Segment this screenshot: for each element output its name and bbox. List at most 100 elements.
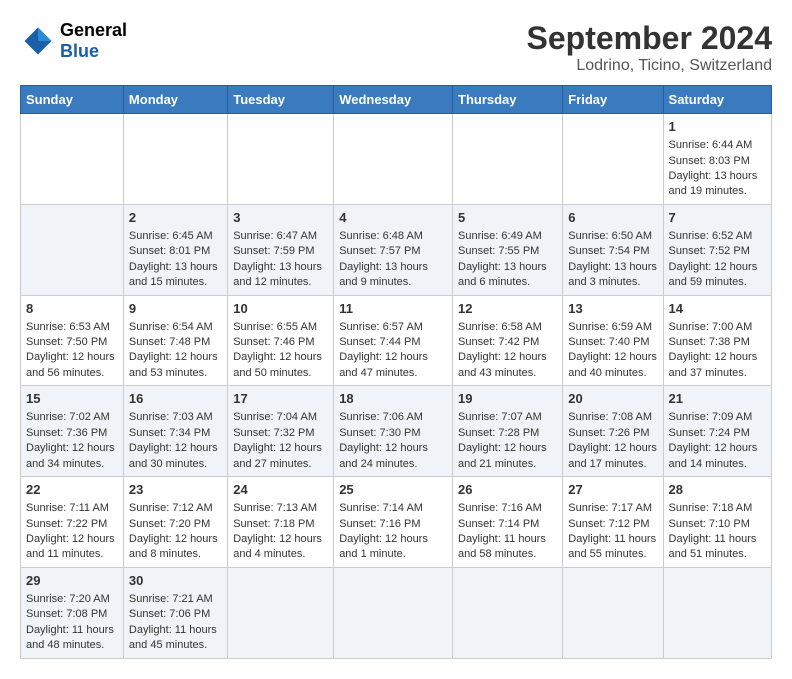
day-number: 5 [458, 209, 557, 227]
sunrise: Sunrise: 7:08 AM [568, 410, 657, 425]
calendar-table: SundayMondayTuesdayWednesdayThursdayFrid… [20, 85, 772, 659]
sunrise: Sunrise: 7:14 AM [339, 501, 447, 516]
daylight: Daylight: 13 hours and 9 minutes. [339, 260, 447, 291]
sunset: Sunset: 7:20 PM [129, 517, 222, 532]
day-number: 17 [233, 390, 328, 408]
sunrise: Sunrise: 7:20 AM [26, 592, 118, 607]
sunset: Sunset: 7:38 PM [669, 335, 766, 350]
calendar-week-row: 29Sunrise: 7:20 AMSunset: 7:08 PMDayligh… [21, 567, 772, 658]
sunrise: Sunrise: 6:47 AM [233, 229, 328, 244]
location: Lodrino, Ticino, Switzerland [527, 57, 772, 75]
daylight: Daylight: 11 hours and 58 minutes. [458, 532, 557, 563]
calendar-cell [228, 114, 334, 205]
calendar-cell [453, 567, 563, 658]
day-number: 8 [26, 300, 118, 318]
day-number: 20 [568, 390, 657, 408]
day-number: 29 [26, 572, 118, 590]
calendar-cell [123, 114, 227, 205]
calendar-cell [21, 204, 124, 295]
calendar-week-row: 22Sunrise: 7:11 AMSunset: 7:22 PMDayligh… [21, 477, 772, 568]
calendar-cell: 28Sunrise: 7:18 AMSunset: 7:10 PMDayligh… [663, 477, 771, 568]
day-number: 10 [233, 300, 328, 318]
calendar-cell: 16Sunrise: 7:03 AMSunset: 7:34 PMDayligh… [123, 386, 227, 477]
day-number: 4 [339, 209, 447, 227]
calendar-cell: 24Sunrise: 7:13 AMSunset: 7:18 PMDayligh… [228, 477, 334, 568]
logo-blue: Blue [60, 41, 127, 62]
daylight: Daylight: 12 hours and 34 minutes. [26, 441, 118, 472]
calendar-cell: 18Sunrise: 7:06 AMSunset: 7:30 PMDayligh… [334, 386, 453, 477]
calendar-cell: 8Sunrise: 6:53 AMSunset: 7:50 PMDaylight… [21, 295, 124, 386]
sunset: Sunset: 7:54 PM [568, 244, 657, 259]
calendar-cell: 1Sunrise: 6:44 AMSunset: 8:03 PMDaylight… [663, 114, 771, 205]
calendar-cell [663, 567, 771, 658]
calendar-cell [21, 114, 124, 205]
calendar-day-header: Tuesday [228, 86, 334, 114]
sunset: Sunset: 7:48 PM [129, 335, 222, 350]
daylight: Daylight: 12 hours and 30 minutes. [129, 441, 222, 472]
calendar-cell: 2Sunrise: 6:45 AMSunset: 8:01 PMDaylight… [123, 204, 227, 295]
calendar-cell: 14 Sunrise: 7:00 AMSunset: 7:38 PMDayligh… [663, 295, 771, 386]
daylight: Daylight: 12 hours and 21 minutes. [458, 441, 557, 472]
calendar-week-row: 15Sunrise: 7:02 AMSunset: 7:36 PMDayligh… [21, 386, 772, 477]
calendar-body: 1Sunrise: 6:44 AMSunset: 8:03 PMDaylight… [21, 114, 772, 659]
calendar-cell: 17Sunrise: 7:04 AMSunset: 7:32 PMDayligh… [228, 386, 334, 477]
calendar-cell [334, 114, 453, 205]
daylight: Daylight: 12 hours and 11 minutes. [26, 532, 118, 563]
day-number: 9 [129, 300, 222, 318]
sunrise: Sunrise: 7:12 AM [129, 501, 222, 516]
daylight: Daylight: 12 hours and 37 minutes. [669, 350, 766, 381]
calendar-cell: 6Sunrise: 6:50 AMSunset: 7:54 PMDaylight… [563, 204, 663, 295]
sunrise: Sunrise: 6:52 AM [669, 229, 766, 244]
logo-general: General [60, 20, 127, 41]
day-number: 6 [568, 209, 657, 227]
daylight: Daylight: 11 hours and 48 minutes. [26, 623, 118, 654]
sunrise: Sunrise: 6:45 AM [129, 229, 222, 244]
calendar-day-header: Sunday [21, 86, 124, 114]
calendar-cell: 26Sunrise: 7:16 AMSunset: 7:14 PMDayligh… [453, 477, 563, 568]
day-number: 30 [129, 572, 222, 590]
daylight: Daylight: 12 hours and 56 minutes. [26, 350, 118, 381]
page-header: General Blue September 2024 Lodrino, Tic… [20, 20, 772, 75]
daylight: Daylight: 12 hours and 59 minutes. [669, 260, 766, 291]
sunrise: Sunrise: 7:07 AM [458, 410, 557, 425]
sunset: Sunset: 7:42 PM [458, 335, 557, 350]
sunset: Sunset: 7:06 PM [129, 607, 222, 622]
day-number: 14 [669, 300, 766, 318]
calendar-cell: 9 Sunrise: 6:54 AMSunset: 7:48 PMDaylight… [123, 295, 227, 386]
sunrise: Sunrise: 6:58 AM [458, 320, 557, 335]
calendar-cell [563, 567, 663, 658]
daylight: Daylight: 13 hours and 12 minutes. [233, 260, 328, 291]
calendar-week-row: 1Sunrise: 6:44 AMSunset: 8:03 PMDaylight… [21, 114, 772, 205]
sunset: Sunset: 7:24 PM [669, 426, 766, 441]
day-number: 13 [568, 300, 657, 318]
daylight: Daylight: 12 hours and 53 minutes. [129, 350, 222, 381]
daylight: Daylight: 12 hours and 40 minutes. [568, 350, 657, 381]
calendar-cell: 13Sunrise: 6:59 AMSunset: 7:40 PMDayligh… [563, 295, 663, 386]
day-number: 21 [669, 390, 766, 408]
sunset: Sunset: 7:32 PM [233, 426, 328, 441]
day-number: 12 [458, 300, 557, 318]
sunrise: Sunrise: 7:21 AM [129, 592, 222, 607]
calendar-week-row: 2Sunrise: 6:45 AMSunset: 8:01 PMDaylight… [21, 204, 772, 295]
day-number: 16 [129, 390, 222, 408]
sunrise: Sunrise: 7:09 AM [669, 410, 766, 425]
sunset: Sunset: 7:50 PM [26, 335, 118, 350]
calendar-cell [563, 114, 663, 205]
sunset: Sunset: 7:22 PM [26, 517, 118, 532]
sunrise: Sunrise: 6:54 AM [129, 320, 222, 335]
calendar-cell [334, 567, 453, 658]
sunrise: Sunrise: 7:18 AM [669, 501, 766, 516]
sunset: Sunset: 7:57 PM [339, 244, 447, 259]
sunset: Sunset: 8:01 PM [129, 244, 222, 259]
sunset: Sunset: 7:46 PM [233, 335, 328, 350]
day-number: 19 [458, 390, 557, 408]
sunrise: Sunrise: 7:17 AM [568, 501, 657, 516]
daylight: Daylight: 12 hours and 27 minutes. [233, 441, 328, 472]
calendar-cell: 23Sunrise: 7:12 AMSunset: 7:20 PMDayligh… [123, 477, 227, 568]
daylight: Daylight: 11 hours and 45 minutes. [129, 623, 222, 654]
sunset: Sunset: 7:55 PM [458, 244, 557, 259]
sunrise: Sunrise: 7:00 AM [669, 320, 766, 335]
daylight: Daylight: 11 hours and 51 minutes. [669, 532, 766, 563]
sunset: Sunset: 7:14 PM [458, 517, 557, 532]
title-block: September 2024 Lodrino, Ticino, Switzerl… [527, 20, 772, 75]
